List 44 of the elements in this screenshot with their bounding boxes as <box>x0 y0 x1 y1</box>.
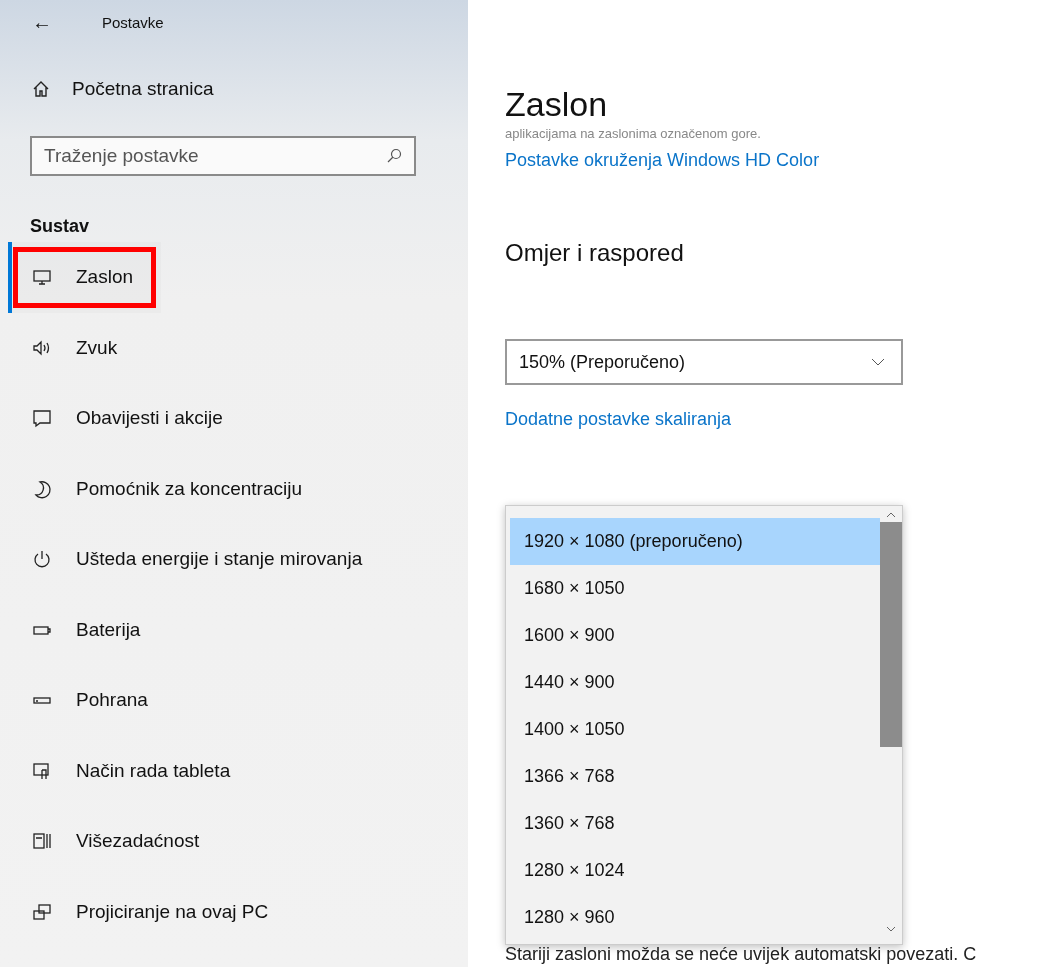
resolution-option[interactable]: 1366 × 768 <box>510 753 880 800</box>
chevron-down-icon <box>871 358 885 366</box>
page-title: Zaslon <box>505 84 609 125</box>
scroll-up-icon <box>886 512 896 518</box>
sidebar-item[interactable]: Zvuk <box>8 312 132 383</box>
resolution-option[interactable]: 1440 × 900 <box>510 659 880 706</box>
resolution-option[interactable]: 1680 × 1050 <box>510 565 880 612</box>
resolution-option[interactable]: 1280 × 1024 <box>510 847 880 894</box>
resolution-option[interactable]: 1400 × 1050 <box>510 706 880 753</box>
scroll-down-icon <box>886 926 896 932</box>
monitor-icon <box>32 267 52 288</box>
back-button[interactable]: ← <box>32 10 52 34</box>
search-field[interactable]: Traženje postavke <box>30 136 416 176</box>
section-heading: Omjer i raspored <box>505 239 685 267</box>
sidebar-item[interactable]: Višezadaćnost <box>8 806 214 877</box>
moon-icon <box>32 478 52 499</box>
scale-dropdown[interactable]: 150% (Preporučeno) <box>505 339 903 385</box>
hd-color-link[interactable]: Postavke okruženja Windows HD Color <box>505 150 820 171</box>
resolution-option[interactable]: 1600 × 900 <box>510 612 880 659</box>
search-icon <box>386 148 402 164</box>
sidebar-item[interactable]: Baterija <box>8 594 155 665</box>
resolution-option[interactable]: 1280 × 960 <box>510 894 880 941</box>
sidebar-item[interactable]: Ušteda energije i stanje mirovanja <box>8 524 377 595</box>
sidebar-item[interactable]: Projiciranje na ovaj PC <box>8 876 283 947</box>
description-text: aplikacijama na zaslonima označenom gore. <box>505 126 761 142</box>
home-icon <box>32 80 50 98</box>
resolution-option[interactable]: 1920 × 1080 (preporučeno) <box>510 518 880 565</box>
home-link[interactable]: Početna stranica <box>0 54 224 124</box>
sidebar-item[interactable]: Način rada tableta <box>8 735 245 806</box>
description-text: Stariji zasloni možda se neće uvijek automatski povezati. C <box>505 944 977 965</box>
section-heading: Sustav <box>30 216 90 238</box>
power-icon <box>32 549 52 570</box>
window-title: Postavke <box>102 13 164 31</box>
resolution-option[interactable]: 1360 × 768 <box>510 800 880 847</box>
sidebar-item[interactable]: Zaslon <box>8 242 162 313</box>
multitask-icon <box>32 831 52 852</box>
tablet-icon <box>32 760 52 781</box>
scaling-link[interactable]: Dodatne postavke skaliranja <box>505 409 732 430</box>
project-icon <box>32 901 52 922</box>
sidebar-item[interactable]: Obavijesti i akcije <box>8 383 237 454</box>
sidebar-item[interactable]: Pohrana <box>8 665 162 736</box>
message-icon <box>32 408 52 429</box>
scroll-thumb[interactable] <box>880 522 902 747</box>
sidebar-item[interactable]: Pomoćnik za koncentraciju <box>8 453 316 524</box>
